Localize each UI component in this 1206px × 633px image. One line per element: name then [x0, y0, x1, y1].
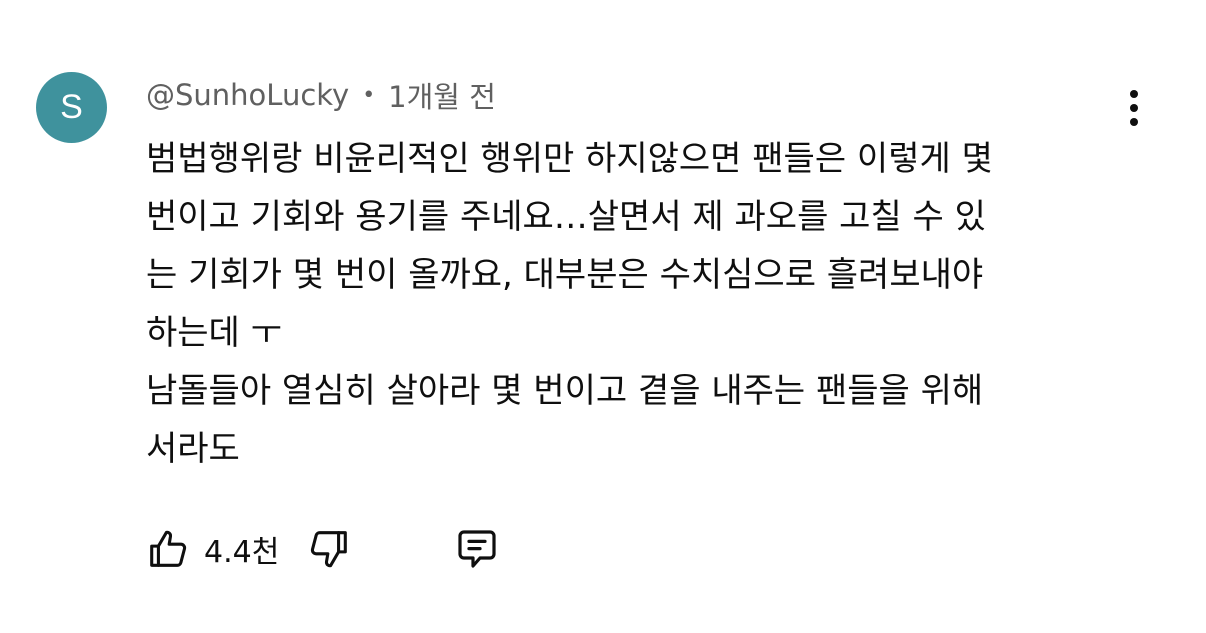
comment-line: 서라도	[146, 429, 240, 469]
comment-line: 는 기회가 몇 번이 올까요, 대부분은 수치심으로 흘려보내야	[146, 255, 984, 295]
separator-dot: •	[362, 82, 376, 108]
comment-item: S @SunhoLucky • 1개월 전 범법행위랑 비윤리적인 행위만 하지…	[0, 0, 1206, 633]
comment-line: 남돌들아 열심히 살아라 몇 번이고 곁을 내주는 팬들을 위해	[146, 371, 984, 411]
comment-time[interactable]: 1개월 전	[388, 74, 496, 116]
thumbs-up-icon	[150, 530, 187, 567]
avatar[interactable]: S	[36, 72, 107, 143]
comment-line: 번이고 기회와 용기를 주네요…살면서 제 과오를 고칠 수 있	[146, 197, 986, 237]
like-count: 4.4천	[204, 535, 280, 570]
thumbs-down-icon	[311, 531, 348, 568]
more-vertical-icon-dot	[1130, 118, 1138, 126]
more-vertical-icon-dot	[1130, 90, 1138, 98]
comment-line: 범법행위랑 비윤리적인 행위만 하지않으면 팬들은 이렇게 몇	[146, 139, 993, 179]
avatar-initial: S	[60, 88, 83, 126]
reply-button[interactable]	[453, 525, 501, 573]
more-options-button[interactable]	[1112, 86, 1156, 130]
comment-actions: 4.4천	[144, 522, 501, 576]
dislike-button[interactable]	[305, 525, 353, 573]
comment-header: @SunhoLucky • 1개월 전	[146, 74, 496, 116]
like-button[interactable]	[144, 525, 192, 573]
more-vertical-icon-dot	[1130, 104, 1138, 112]
comment-line: 하는데 ㅜ	[146, 313, 282, 353]
author-name[interactable]: @SunhoLucky	[146, 78, 349, 112]
comment-reply-icon	[458, 530, 496, 568]
comment-text: 범법행위랑 비윤리적인 행위만 하지않으면 팬들은 이렇게 몇 번이고 기회와 …	[146, 130, 1136, 478]
